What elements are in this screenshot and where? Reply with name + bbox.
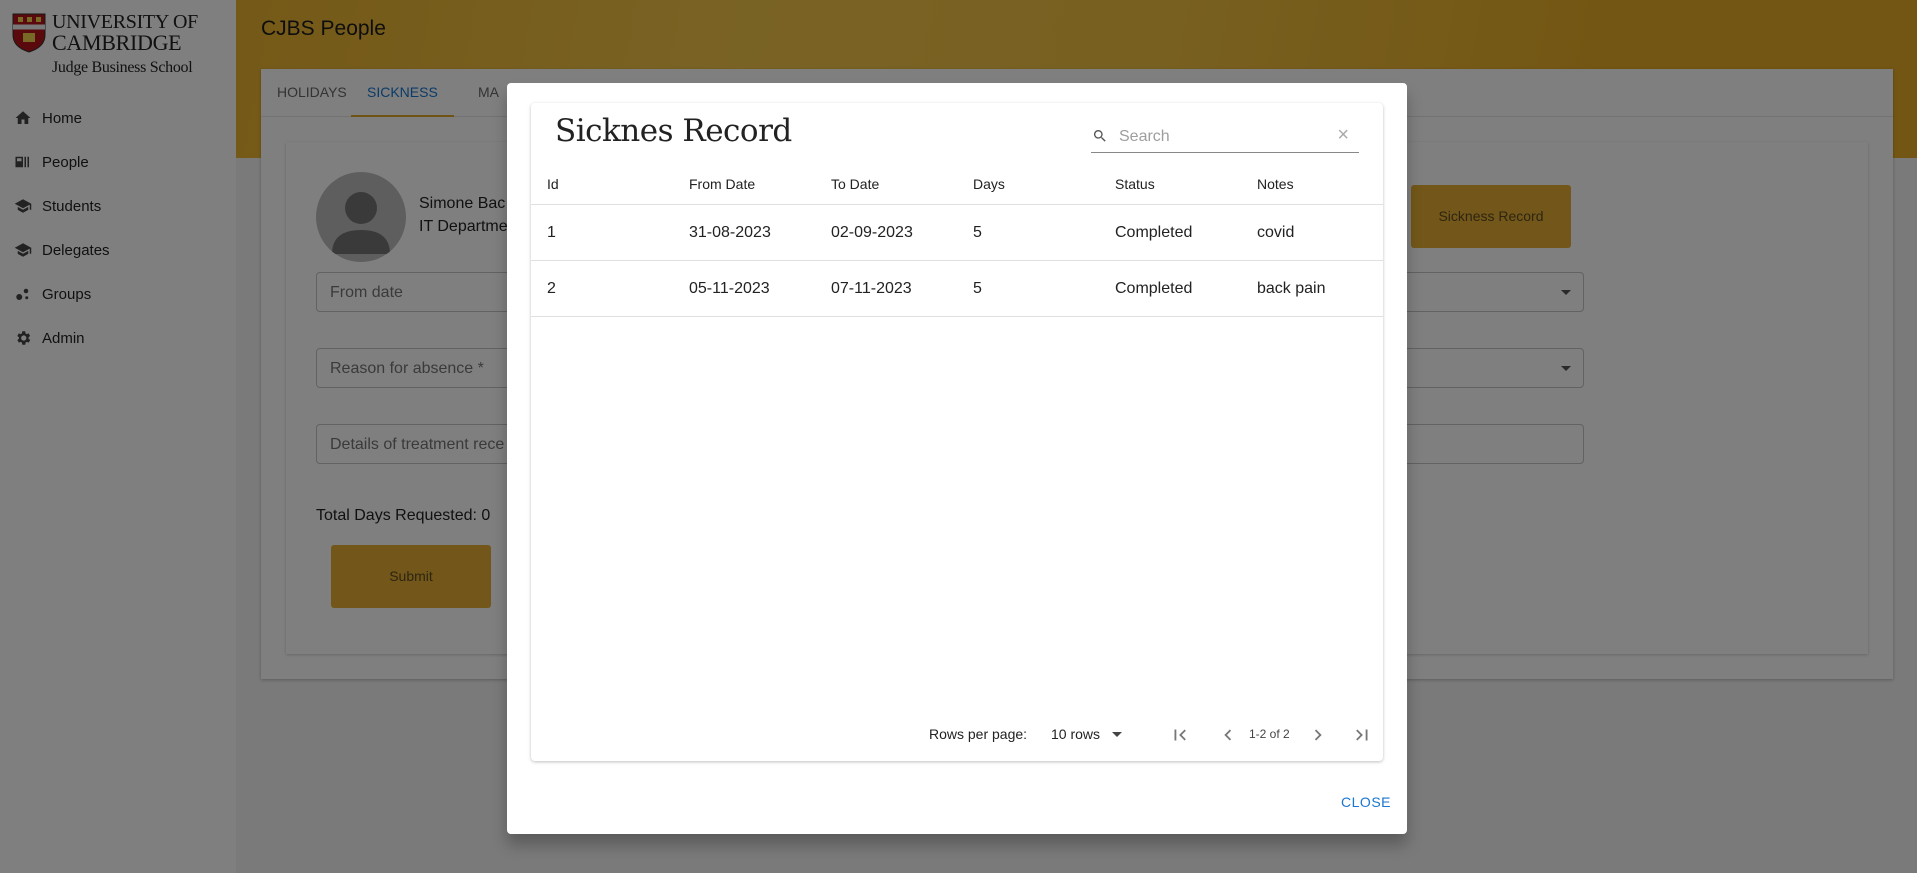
column-header[interactable]: Id — [547, 176, 559, 192]
column-header[interactable]: From Date — [689, 176, 755, 192]
column-header[interactable]: Status — [1115, 176, 1155, 192]
table-header: Id From Date To Date Days Status Notes — [531, 162, 1383, 205]
table-cell: Completed — [1115, 280, 1193, 297]
table-cell: back pain — [1257, 280, 1326, 297]
column-header[interactable]: Days — [973, 176, 1005, 192]
close-icon[interactable]: × — [1337, 125, 1349, 145]
column-header[interactable]: Notes — [1257, 176, 1294, 192]
rows-per-page-select[interactable]: 10 rows — [1051, 726, 1100, 742]
table-cell: 02-09-2023 — [831, 224, 913, 241]
search-icon — [1093, 130, 1106, 142]
table-row[interactable]: 1 31-08-2023 02-09-2023 5 Completed covi… — [531, 205, 1383, 261]
first-page-icon[interactable] — [1169, 724, 1191, 746]
table-cell: 5 — [973, 224, 982, 241]
table-cell: 05-11-2023 — [689, 280, 770, 297]
next-page-icon[interactable] — [1307, 724, 1329, 746]
sickness-record-dialog: Sicknes Record Search × Id From Date To … — [507, 83, 1407, 834]
chevron-down-icon[interactable] — [1112, 732, 1122, 737]
search-input[interactable]: Search × — [1091, 119, 1359, 153]
table-cell: covid — [1257, 224, 1295, 241]
rows-per-page-label: Rows per page: — [929, 726, 1028, 742]
close-button[interactable]: CLOSE — [1341, 794, 1391, 810]
dialog-title: Sicknes Record — [555, 113, 792, 149]
table-cell: Completed — [1115, 224, 1193, 241]
previous-page-icon[interactable] — [1217, 724, 1239, 746]
table-row[interactable]: 2 05-11-2023 07-11-2023 5 Completed back… — [531, 261, 1383, 317]
search-placeholder: Search — [1119, 128, 1170, 145]
last-page-icon[interactable] — [1351, 724, 1373, 746]
table-cell: 31-08-2023 — [689, 224, 771, 241]
table-cell: 07-11-2023 — [831, 280, 912, 297]
records-table-container: Sicknes Record Search × Id From Date To … — [531, 103, 1383, 761]
column-header[interactable]: To Date — [831, 176, 879, 192]
table-cell: 5 — [973, 280, 982, 297]
page-range: 1-2 of 2 — [1249, 727, 1290, 741]
table-cell: 2 — [547, 280, 556, 297]
table-cell: 1 — [547, 224, 556, 241]
table-pagination: Rows per page: 10 rows 1-2 of 2 — [531, 716, 1383, 756]
